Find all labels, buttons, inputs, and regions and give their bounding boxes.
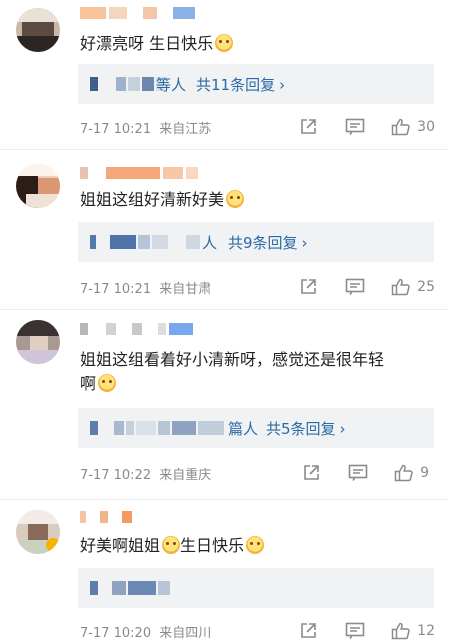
emoji-icon — [215, 34, 234, 52]
reply-users-suffix: 等人 — [156, 76, 187, 94]
comment-location: 来自江苏 — [159, 122, 212, 137]
thumbs-up-icon — [391, 278, 410, 296]
comment-actions: 12 — [299, 621, 435, 641]
comment-meta: 7-17 10:21 来自江苏 — [80, 118, 211, 137]
comment-meta: 7-17 10:21 来自甘肃 — [80, 278, 211, 297]
username[interactable] — [80, 322, 193, 336]
comment-button[interactable] — [345, 622, 365, 640]
reply-users-blurred — [90, 421, 224, 435]
reply-users-blurred — [90, 581, 170, 595]
comment-icon — [348, 464, 368, 481]
comment-icon — [345, 118, 365, 135]
reply-preview[interactable]: 人 共9条回复 › — [78, 222, 434, 262]
comment-button[interactable] — [345, 278, 365, 296]
comment-text-line2: 啊 — [80, 374, 97, 393]
reply-preview[interactable]: 篇人 共5条回复 › — [78, 408, 434, 448]
share-button[interactable] — [299, 278, 317, 296]
comment-text-tail: 生日快乐 — [180, 536, 245, 555]
share-icon — [301, 279, 316, 294]
thumbs-up-icon — [391, 622, 410, 640]
comment-actions: 25 — [299, 277, 435, 297]
comment-location: 来自甘肃 — [159, 282, 212, 297]
like-count: 9 — [420, 465, 429, 481]
avatar[interactable] — [16, 510, 60, 554]
reply-preview[interactable] — [78, 568, 434, 608]
emoji-icon — [226, 190, 245, 208]
comment-text-body: 姐姐这组看着好小清新呀，感觉还是很年轻 — [80, 350, 385, 369]
comment-location: 来自重庆 — [159, 468, 212, 483]
share-button[interactable] — [302, 464, 320, 482]
reply-count-label: 共5条回复 — [266, 420, 336, 438]
chevron-right-icon: › — [279, 76, 286, 94]
comment-text: 好漂亮呀 生日快乐 — [80, 32, 435, 56]
comment-meta: 7-17 10:22 来自重庆 — [80, 464, 211, 483]
share-icon — [301, 119, 316, 134]
share-button[interactable] — [299, 622, 317, 640]
thumbs-up-icon — [394, 464, 413, 482]
like-button[interactable]: 30 — [391, 118, 435, 136]
comment-item: 姐姐这组好清新好美 人 共9条回复 › 7-17 10:21 来自甘肃 25 — [0, 150, 449, 310]
like-count: 25 — [417, 279, 435, 295]
share-icon — [304, 465, 319, 480]
comment-text: 姐姐这组看着好小清新呀，感觉还是很年轻 啊 — [80, 348, 435, 396]
comment-text-body: 好美啊姐姐 — [80, 536, 161, 555]
comment-location: 来自四川 — [159, 626, 212, 641]
comment-item: 姐姐这组看着好小清新呀，感觉还是很年轻 啊 篇人 共5条回复 › 7-17 10:… — [0, 310, 449, 500]
like-button[interactable]: 9 — [394, 464, 429, 482]
like-button[interactable]: 12 — [391, 622, 435, 640]
reply-count-link[interactable]: 共5条回复 › — [266, 418, 346, 439]
reply-count-link[interactable]: 共11条回复 › — [196, 74, 285, 95]
comment-button[interactable] — [348, 464, 368, 482]
comment-text-body: 姐姐这组好清新好美 — [80, 190, 225, 209]
comment-text: 好美啊姐姐 生日快乐 — [80, 534, 435, 558]
share-button[interactable] — [299, 118, 317, 136]
like-count: 12 — [417, 623, 435, 639]
comment-actions: 9 — [302, 463, 435, 483]
chevron-right-icon: › — [301, 234, 308, 252]
reply-count-label: 共11条回复 — [196, 76, 276, 94]
avatar[interactable] — [16, 8, 60, 52]
reply-users-suffix: 篇人 — [228, 420, 259, 438]
comment-icon — [345, 278, 365, 295]
reply-users-suffix: 人 — [202, 234, 218, 252]
comment-item: 好美啊姐姐 生日快乐 7-17 10:20 来自四川 12 — [0, 500, 449, 641]
chevron-right-icon: › — [339, 420, 346, 438]
comment-text: 姐姐这组好清新好美 — [80, 188, 435, 212]
like-count: 30 — [417, 119, 435, 135]
comment-time: 7-17 10:21 — [80, 282, 152, 297]
comment-icon — [345, 622, 365, 639]
comment-time: 7-17 10:22 — [80, 468, 152, 483]
reply-count-link[interactable]: 共9条回复 › — [228, 232, 308, 253]
avatar[interactable] — [16, 320, 60, 364]
comment-time: 7-17 10:21 — [80, 122, 152, 137]
reply-users-blurred — [90, 235, 200, 249]
emoji-icon — [246, 536, 265, 554]
share-icon — [301, 623, 316, 638]
username[interactable] — [80, 510, 132, 524]
like-button[interactable]: 25 — [391, 278, 435, 296]
username[interactable] — [80, 166, 198, 180]
username[interactable] — [80, 6, 195, 20]
reply-preview[interactable]: 等人 共11条回复 › — [78, 64, 434, 104]
avatar[interactable] — [16, 164, 60, 208]
comment-button[interactable] — [345, 118, 365, 136]
emoji-icon — [98, 374, 117, 392]
comment-meta: 7-17 10:20 来自四川 — [80, 622, 211, 641]
comment-time: 7-17 10:20 — [80, 626, 152, 641]
comment-actions: 30 — [299, 117, 435, 137]
emoji-icon — [162, 536, 181, 554]
reply-count-label: 共9条回复 — [228, 234, 298, 252]
comment-text-body: 好漂亮呀 生日快乐 — [80, 34, 214, 53]
comment-item: 好漂亮呀 生日快乐 等人 共11条回复 › 7-17 10:21 来自江苏 30 — [0, 0, 449, 150]
reply-users-blurred — [90, 77, 164, 91]
thumbs-up-icon — [391, 118, 410, 136]
